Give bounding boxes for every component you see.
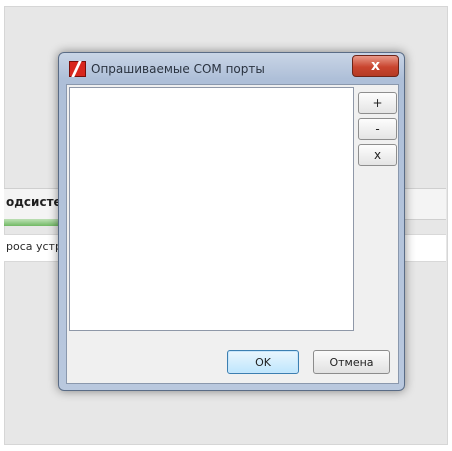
cancel-button[interactable]: Отмена xyxy=(313,350,390,374)
close-button[interactable]: x xyxy=(352,55,399,77)
remove-port-button[interactable]: - xyxy=(358,118,397,140)
dialog-titlebar[interactable]: Опрашиваемые COM порты x xyxy=(59,53,404,83)
background-header-label: одсисте xyxy=(6,195,62,209)
background-progress-bar xyxy=(4,219,64,226)
ok-button[interactable]: OK xyxy=(227,350,299,374)
background-row-label: роса устр xyxy=(6,240,62,253)
com-ports-dialog: Опрашиваемые COM порты x + - x OK Отмена xyxy=(58,52,405,391)
app-logo-icon xyxy=(69,61,86,77)
close-icon: x xyxy=(370,58,381,74)
clear-ports-button[interactable]: x xyxy=(358,144,397,166)
dialog-client-area: + - x OK Отмена xyxy=(66,84,399,384)
dialog-title: Опрашиваемые COM порты xyxy=(91,62,265,76)
add-port-button[interactable]: + xyxy=(358,92,397,114)
com-ports-list[interactable] xyxy=(69,87,354,331)
